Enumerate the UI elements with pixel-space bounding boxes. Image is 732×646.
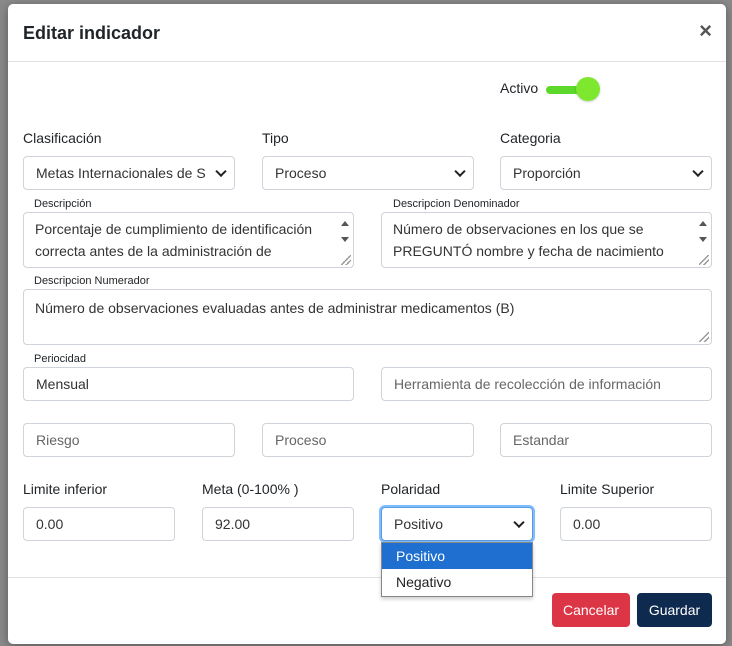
clasificacion-label: Clasificación	[23, 130, 102, 146]
chevron-down-icon	[692, 165, 704, 178]
polaridad-value: Positivo	[394, 516, 444, 532]
chevron-down-icon	[215, 165, 227, 178]
descripcion-numerador-value: Número de observaciones evaluadas antes …	[35, 300, 515, 316]
scroll-up-icon[interactable]	[699, 221, 707, 226]
descripcion-numerador-label: Descripcion Numerador	[34, 275, 150, 287]
modal-header: Editar indicador ×	[8, 4, 726, 62]
tipo-value: Proceso	[275, 165, 327, 181]
descripcion-denominador-textarea[interactable]: Número de observaciones en los que se PR…	[381, 212, 712, 268]
limite-inferior-label: Limite inferior	[23, 481, 108, 497]
categoria-label: Categoria	[500, 130, 561, 146]
categoria-select[interactable]: Proporción	[500, 156, 712, 190]
riesgo-placeholder: Riesgo	[36, 432, 80, 448]
polaridad-select[interactable]: Positivo	[381, 507, 533, 541]
limite-superior-value: 0.00	[573, 516, 601, 532]
periodicidad-input[interactable]: Mensual	[23, 367, 354, 401]
limite-inferior-value: 0.00	[36, 516, 64, 532]
scroll-down-icon[interactable]	[699, 237, 707, 242]
limite-superior-label: Limite Superior	[560, 481, 655, 497]
riesgo-input[interactable]: Riesgo	[23, 423, 235, 457]
polaridad-label: Polaridad	[381, 481, 441, 497]
polaridad-option-positivo[interactable]: Positivo	[382, 543, 532, 569]
herramienta-input[interactable]: Herramienta de recolección de informació…	[381, 367, 712, 401]
resize-grip-icon[interactable]	[341, 255, 351, 265]
periodicidad-value: Mensual	[36, 376, 89, 392]
cancel-button[interactable]: Cancelar	[552, 593, 630, 627]
tipo-select[interactable]: Proceso	[262, 156, 474, 190]
proceso-input[interactable]: Proceso	[262, 423, 474, 457]
tipo-label: Tipo	[262, 130, 289, 146]
descripcion-value: Porcentaje de cumplimiento de identifica…	[35, 221, 313, 259]
meta-label: Meta (0-100% )	[202, 481, 299, 497]
meta-input[interactable]: 92.00	[202, 507, 354, 541]
modal-title: Editar indicador	[23, 23, 161, 43]
chevron-down-icon	[513, 516, 525, 529]
descripcion-denominador-value: Número de observaciones en los que se PR…	[393, 221, 664, 259]
polaridad-option-negativo[interactable]: Negativo	[382, 569, 532, 595]
activo-toggle-knob[interactable]	[576, 77, 600, 101]
meta-value: 92.00	[215, 516, 251, 532]
descripcion-textarea[interactable]: Porcentaje de cumplimiento de identifica…	[23, 212, 354, 268]
scroll-up-icon[interactable]	[341, 221, 349, 226]
limite-inferior-input[interactable]: 0.00	[23, 507, 175, 541]
descripcion-label: Descripción	[34, 198, 92, 210]
modal-footer-divider	[8, 577, 726, 578]
edit-indicator-modal: Editar indicador × Activo Clasificación …	[8, 4, 726, 644]
proceso-placeholder: Proceso	[275, 432, 327, 448]
descripcion-denominador-label: Descripcion Denominador	[393, 198, 520, 210]
polaridad-dropdown-list: Positivo Negativo	[381, 542, 533, 597]
herramienta-placeholder: Herramienta de recolección de informació…	[394, 376, 661, 392]
chevron-down-icon	[454, 165, 466, 178]
limite-superior-input[interactable]: 0.00	[560, 507, 712, 541]
estandar-placeholder: Estandar	[513, 432, 570, 448]
estandar-input[interactable]: Estandar	[500, 423, 712, 457]
clasificacion-value: Metas Internacionales de Seguridad del P…	[36, 165, 206, 181]
resize-grip-icon[interactable]	[699, 332, 709, 342]
descripcion-numerador-textarea[interactable]: Número de observaciones evaluadas antes …	[23, 289, 712, 345]
activo-label: Activo	[500, 80, 539, 96]
periodicidad-label: Periocidad	[34, 353, 86, 365]
resize-grip-icon[interactable]	[699, 255, 709, 265]
categoria-value: Proporción	[513, 165, 581, 181]
close-icon[interactable]: ×	[699, 20, 712, 42]
scroll-down-icon[interactable]	[341, 237, 349, 242]
clasificacion-select[interactable]: Metas Internacionales de Seguridad del P…	[23, 156, 235, 190]
save-button[interactable]: Guardar	[637, 593, 712, 627]
